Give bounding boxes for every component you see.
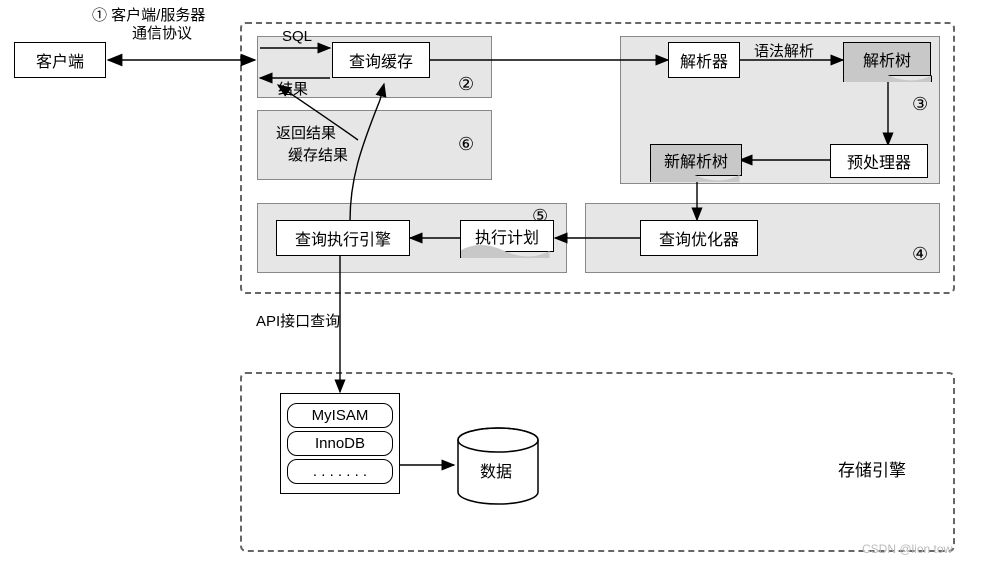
new-parse-tree-label: 新解析树 bbox=[664, 148, 728, 172]
exec-plan-doc: 执行计划 bbox=[460, 220, 554, 252]
num-6: ⑥ bbox=[458, 134, 474, 155]
engine-innodb: InnoDB bbox=[287, 431, 393, 456]
query-exec-engine-box: 查询执行引擎 bbox=[276, 220, 410, 256]
api-query-label: API接口查询 bbox=[256, 310, 340, 331]
parse-tree-label: 解析树 bbox=[863, 47, 911, 71]
engine-list: MyISAM InnoDB . . . . . . . bbox=[280, 393, 400, 494]
parser-box: 解析器 bbox=[668, 42, 740, 78]
num-3: ③ bbox=[912, 94, 928, 115]
num-4: ④ bbox=[912, 244, 928, 265]
query-optimizer-label: 查询优化器 bbox=[659, 226, 739, 250]
zone-optimizer bbox=[585, 203, 940, 273]
query-optimizer-box: 查询优化器 bbox=[640, 220, 758, 256]
preprocessor-box: 预处理器 bbox=[830, 144, 928, 178]
data-label: 数据 bbox=[480, 458, 512, 482]
preprocessor-label: 预处理器 bbox=[847, 149, 911, 173]
cache-result-label: 缓存结果 bbox=[288, 144, 348, 165]
client-label: 客户端 bbox=[36, 48, 84, 72]
storage-engine-label: 存储引擎 bbox=[838, 456, 906, 481]
engine-etc: . . . . . . . bbox=[287, 459, 393, 484]
return-result-label: 返回结果 bbox=[276, 122, 336, 143]
num-2: ② bbox=[458, 74, 474, 95]
query-cache-label: 查询缓存 bbox=[349, 48, 413, 72]
engine-myisam: MyISAM bbox=[287, 403, 393, 428]
new-parse-tree-doc: 新解析树 bbox=[650, 144, 742, 176]
query-exec-engine-label: 查询执行引擎 bbox=[295, 226, 391, 250]
exec-plan-label: 执行计划 bbox=[475, 224, 539, 248]
result-label: 结果 bbox=[278, 78, 308, 99]
protocol-label-2: 通信协议 bbox=[132, 22, 192, 43]
sql-label: SQL bbox=[282, 28, 312, 45]
watermark: CSDN @lion tow bbox=[862, 542, 952, 556]
parser-label: 解析器 bbox=[680, 48, 728, 72]
client-box: 客户端 bbox=[14, 42, 106, 78]
query-cache-box: 查询缓存 bbox=[332, 42, 430, 78]
parse-tree-doc: 解析树 bbox=[843, 42, 931, 76]
syntax-parse-label: 语法解析 bbox=[754, 40, 814, 61]
